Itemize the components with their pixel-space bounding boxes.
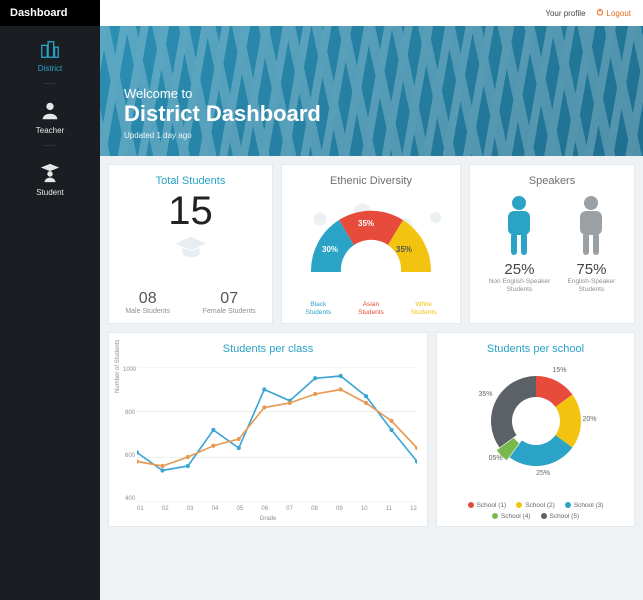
legend-item: School (4) xyxy=(492,513,531,520)
power-icon xyxy=(596,8,604,18)
card-title: Total Students xyxy=(109,165,272,187)
building-icon xyxy=(0,38,100,60)
profile-link[interactable]: Your profile xyxy=(545,9,585,18)
brand-title: Dashboard xyxy=(0,0,100,26)
pie-slice-label: 05% xyxy=(489,455,503,462)
donut-chart: 15% 20% 25% 05% 35% xyxy=(476,361,596,481)
total-value: 15 xyxy=(109,191,272,231)
sidebar: District Teacher Student xyxy=(0,26,100,600)
main-content: Welcome to District Dashboard Updated 1 … xyxy=(100,26,643,600)
gauge-chart: 30% 35% 35% xyxy=(296,197,446,277)
card-speakers: Speakers 25% Non English-SpeakerStudents… xyxy=(469,164,635,324)
teacher-icon xyxy=(0,100,100,122)
legend-white: WhiteStudents xyxy=(411,301,437,317)
person-icon xyxy=(568,195,616,257)
sidebar-item-teacher[interactable]: Teacher xyxy=(0,88,100,141)
pie-legend: School (1) School (2) School (3) School (4)… xyxy=(445,502,626,520)
y-axis-label: Number of Students xyxy=(115,340,121,393)
sidebar-item-label: Student xyxy=(0,188,100,197)
card-students-per-class: Students per class Number of Students 10… xyxy=(108,332,428,527)
non-english-speaker: 25% Non English-SpeakerStudents xyxy=(489,195,550,294)
divider xyxy=(44,83,56,84)
card-title: Students per school xyxy=(437,333,634,355)
pie-slice-label: 35% xyxy=(478,391,492,398)
pct-label: Non English-SpeakerStudents xyxy=(489,278,550,294)
male-label: Male Students xyxy=(125,308,170,315)
logout-label: Logout xyxy=(607,9,631,18)
legend-item: School (1) xyxy=(468,502,507,509)
card-total-students: Total Students 15 08 Male Students 07 Fe… xyxy=(108,164,273,324)
hero-banner: Welcome to District Dashboard Updated 1 … xyxy=(100,26,643,156)
legend-black: BlackStudents xyxy=(305,301,331,317)
female-label: Female Students xyxy=(203,308,256,315)
x-ticks: 010203040506070809101112 xyxy=(137,506,417,512)
female-students: 07 Female Students xyxy=(203,290,256,315)
pct-label: English-SpeakerStudents xyxy=(568,278,616,294)
logout-link[interactable]: Logout xyxy=(596,8,631,18)
card-title: Students per class xyxy=(109,333,427,355)
page-title: District Dashboard xyxy=(124,101,321,127)
sidebar-item-district[interactable]: District xyxy=(0,26,100,79)
pie-slice-label: 15% xyxy=(552,367,566,374)
divider xyxy=(44,145,56,146)
y-ticks: 1000800600400 xyxy=(123,367,135,502)
male-students: 08 Male Students xyxy=(125,290,170,315)
person-icon xyxy=(489,195,550,257)
legend-item: School (3) xyxy=(565,502,604,509)
hero-welcome: Welcome to xyxy=(124,86,321,101)
sidebar-item-label: Teacher xyxy=(0,126,100,135)
card-title: Speakers xyxy=(470,165,634,187)
graduation-cap-icon xyxy=(109,235,272,264)
pct-value: 75% xyxy=(568,261,616,278)
gauge-pct-black: 30% xyxy=(322,245,338,254)
x-axis-label: Grade xyxy=(109,516,427,522)
english-speaker: 75% English-SpeakerStudents xyxy=(568,195,616,294)
female-count: 07 xyxy=(203,290,256,308)
hero-updated: Updated 1 day ago xyxy=(124,131,321,140)
card-students-per-school: Students per school 15% 20% 25% 05% 35% Scho… xyxy=(436,332,635,527)
male-count: 08 xyxy=(125,290,170,308)
sidebar-item-label: District xyxy=(0,64,100,73)
card-ethnic-diversity: Ethenic Diversity 30% 35% 35% BlackStude… xyxy=(281,164,461,324)
sidebar-item-student[interactable]: Student xyxy=(0,150,100,203)
pie-slice-label: 25% xyxy=(536,470,550,477)
gauge-pct-asian: 35% xyxy=(358,219,374,228)
gauge-pct-white: 35% xyxy=(396,245,412,254)
legend-asian: AsianStudents xyxy=(358,301,384,317)
legend-item: School (5) xyxy=(541,513,580,520)
legend-item: School (2) xyxy=(516,502,555,509)
student-icon xyxy=(0,162,100,184)
card-title: Ethenic Diversity xyxy=(282,165,460,187)
pct-value: 25% xyxy=(489,261,550,278)
line-chart xyxy=(137,367,417,502)
pie-slice-label: 20% xyxy=(583,416,597,423)
